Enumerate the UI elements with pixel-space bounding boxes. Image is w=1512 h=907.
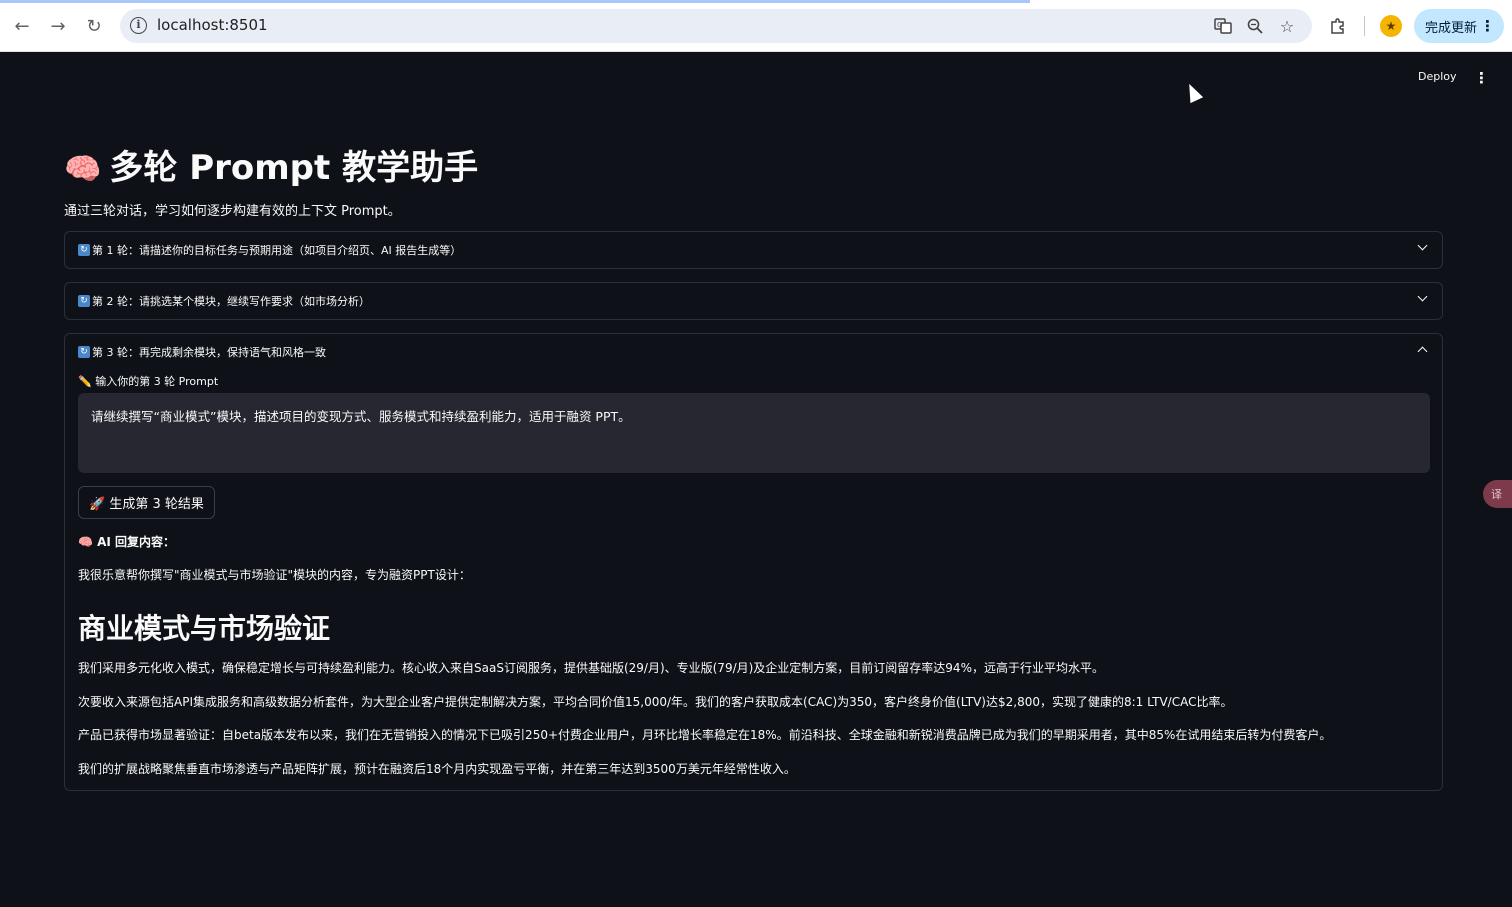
puzzle-icon[interactable]: [1325, 13, 1351, 39]
svg-text:G: G: [1217, 21, 1222, 29]
zoom-icon[interactable]: [1243, 14, 1267, 38]
translate-icon[interactable]: G: [1211, 14, 1235, 38]
chevron-down-icon: [1417, 240, 1428, 251]
page-title: 🧠 多轮 Prompt 教学助手: [64, 140, 478, 189]
page-load-bar: [0, 0, 1030, 3]
expander-round-3: ↻ 第 3 轮：再完成剩余模块，保持语气和风格一致 ✏️ 输入你的第 3 轮 P…: [64, 333, 1443, 791]
reload-icon[interactable]: ↻: [81, 13, 107, 39]
cycle-icon: ↻: [78, 294, 90, 307]
response-paragraph: 次要收入来源包括API集成服务和高级数据分析套件，为大型企业客户提供定制解决方案…: [78, 695, 1233, 709]
address-bar[interactable]: i localhost:8501 G ☆: [120, 9, 1312, 43]
update-button[interactable]: 完成更新 ⋮: [1414, 9, 1504, 43]
expander-round-2-label: 第 2 轮：请挑选某个模块，继续写作要求（如市场分析）: [92, 294, 370, 308]
page-title-text: 多轮 Prompt 教学助手: [109, 148, 479, 188]
expander-round-2-header[interactable]: ↻ 第 2 轮：请挑选某个模块，继续写作要求（如市场分析）: [65, 283, 1442, 318]
expander-round-1-label: 第 1 轮：请描述你的目标任务与预期用途（如项目介绍页、AI 报告生成等）: [92, 243, 462, 257]
response-intro: 我很乐意帮你撰写"商业模式与市场验证"模块的内容，专为融资PPT设计：: [78, 568, 471, 582]
response-paragraph: 我们的扩展战略聚焦垂直市场渗透与产品矩阵扩展，预计在融资后18个月内实现盈亏平衡…: [78, 762, 796, 776]
forward-arrow-icon[interactable]: →: [45, 13, 71, 39]
profile-avatar[interactable]: ★: [1380, 15, 1402, 37]
browser-menu-icon[interactable]: ⋮: [1480, 17, 1495, 35]
mouse-cursor-icon: [1182, 80, 1204, 104]
expander-round-1-header[interactable]: ↻ 第 1 轮：请描述你的目标任务与预期用途（如项目介绍页、AI 报告生成等）: [65, 232, 1442, 267]
response-heading: 商业模式与市场验证: [78, 612, 331, 645]
site-info-icon[interactable]: i: [130, 17, 147, 34]
kebab-menu-icon[interactable]: ⋮: [1474, 69, 1489, 87]
chevron-up-icon: [1417, 346, 1428, 357]
cycle-icon: ↻: [78, 345, 90, 358]
bookmark-star-icon[interactable]: ☆: [1275, 14, 1299, 38]
chevron-down-icon: [1417, 291, 1428, 302]
prompt-input-label: ✏️ 输入你的第 3 轮 Prompt: [78, 375, 219, 388]
response-paragraph: 我们采用多元化收入模式，确保稳定增长与可持续盈利能力。核心收入来自SaaS订阅服…: [78, 661, 1104, 675]
page-subtitle: 通过三轮对话，学习如何逐步构建有效的上下文 Prompt。: [64, 204, 401, 219]
ai-response-label: 🧠 AI 回复内容：: [78, 535, 176, 549]
expander-round-1: ↻ 第 1 轮：请描述你的目标任务与预期用途（如项目介绍页、AI 报告生成等）: [64, 231, 1443, 269]
toolbar-separator: [1364, 16, 1365, 36]
browser-toolbar: ← → ↻ i localhost:8501 G ☆ ★ 完成更新 ⋮: [0, 0, 1512, 52]
url-text[interactable]: localhost:8501: [157, 16, 268, 34]
expander-round-2: ↻ 第 2 轮：请挑选某个模块，继续写作要求（如市场分析）: [64, 282, 1443, 320]
cycle-icon: ↻: [78, 243, 90, 256]
deploy-button[interactable]: Deploy: [1418, 70, 1457, 88]
back-arrow-icon[interactable]: ←: [9, 13, 35, 39]
response-paragraph: 产品已获得市场显著验证：自beta版本发布以来，我们在无营销投入的情况下已吸引2…: [78, 728, 1332, 742]
update-button-label: 完成更新: [1425, 20, 1478, 36]
translate-widget-icon[interactable]: 译: [1483, 480, 1512, 508]
expander-round-3-header[interactable]: ↻ 第 3 轮：再完成剩余模块，保持语气和风格一致: [65, 334, 1442, 369]
prompt-textarea[interactable]: 请继续撰写“商业模式”模块，描述项目的变现方式、服务模式和持续盈利能力，适用于融…: [78, 393, 1430, 473]
generate-round-3-button[interactable]: 🚀 生成第 3 轮结果: [78, 486, 215, 519]
brain-icon: 🧠: [64, 152, 102, 187]
expander-round-3-label: 第 3 轮：再完成剩余模块，保持语气和风格一致: [92, 345, 326, 359]
